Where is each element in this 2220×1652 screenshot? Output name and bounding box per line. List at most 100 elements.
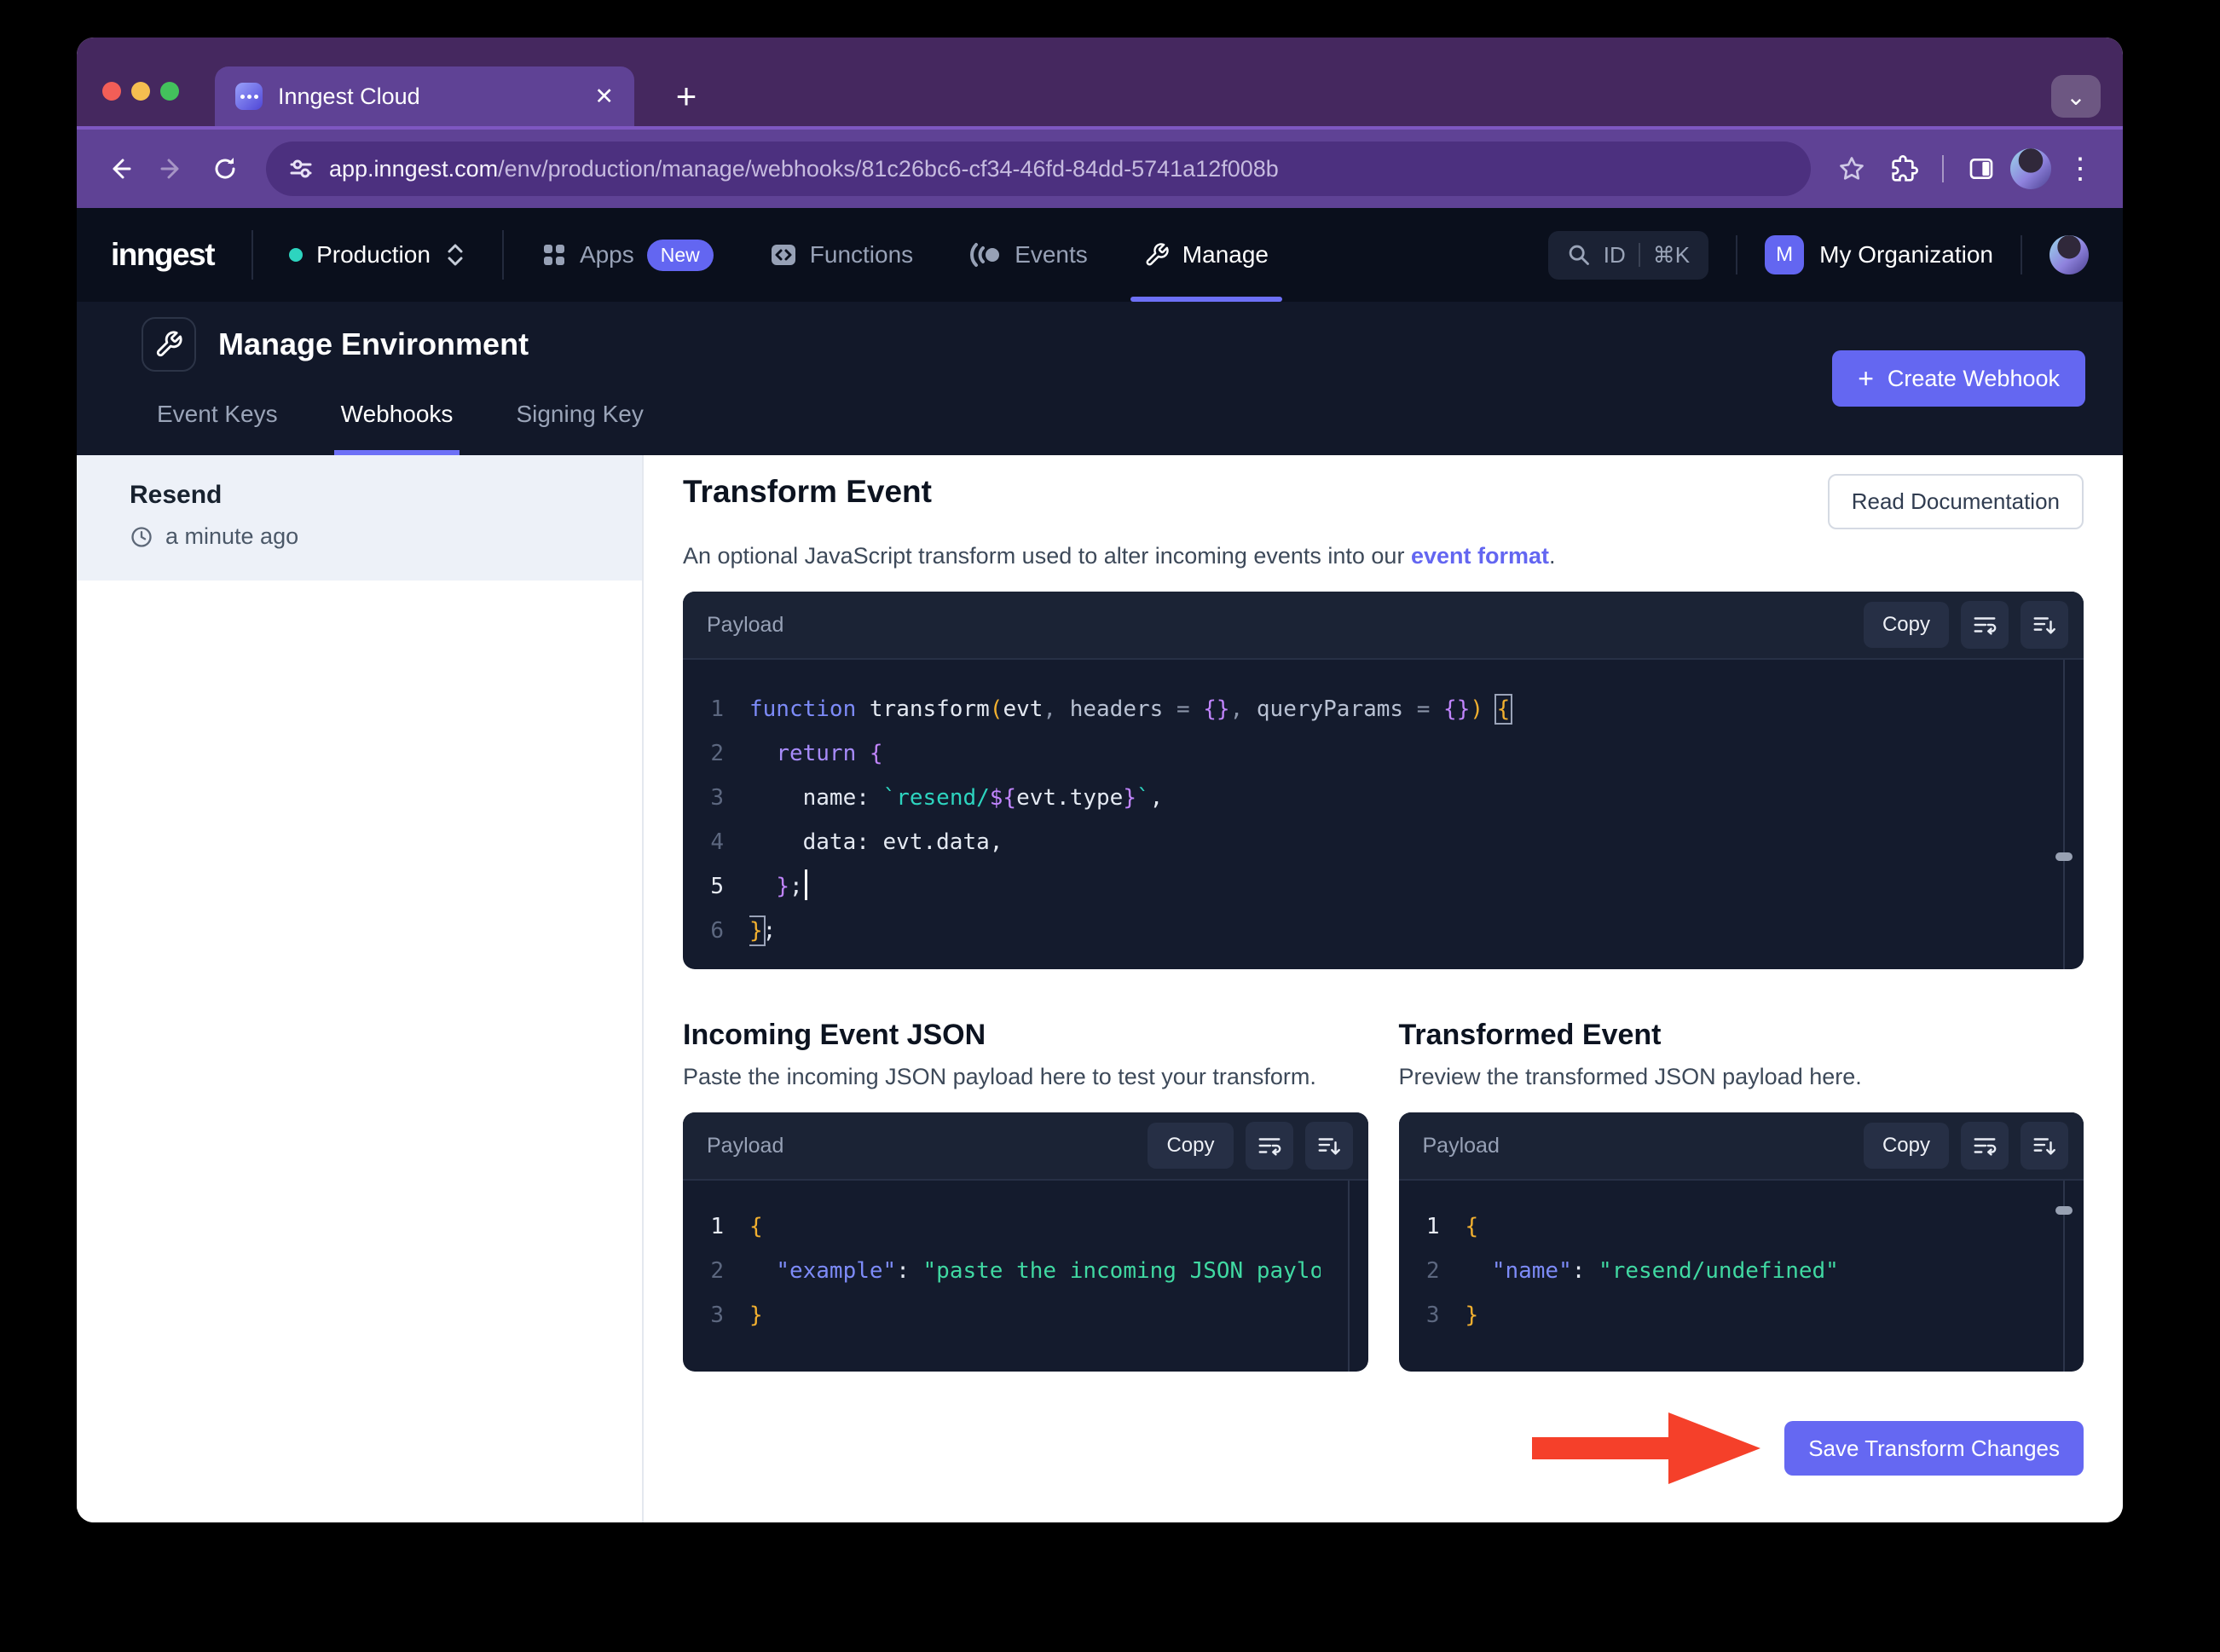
word-wrap-icon (1974, 1138, 1997, 1156)
new-badge: New (646, 239, 714, 271)
close-tab-icon[interactable]: ✕ (594, 84, 614, 110)
incoming-json-editor[interactable]: 1{ 2 "example": "paste the incoming JSON… (683, 1181, 1368, 1372)
nav-item-label: Events (1015, 241, 1088, 268)
payload-label: Payload (707, 612, 784, 637)
browser-menu-button[interactable]: ⋮ (2056, 145, 2104, 193)
browser-tab[interactable]: Inngest Cloud ✕ (215, 66, 634, 126)
line-number: 2 (710, 741, 724, 766)
organization-menu[interactable]: M My Organization (1765, 235, 1993, 274)
transformed-column: Transformed Event Preview the transforme… (1399, 1019, 2084, 1090)
scrollbar-track (2063, 660, 2065, 969)
tab-search-chevron-button[interactable]: ⌄ (2051, 75, 2101, 118)
new-tab-button[interactable]: + (665, 75, 708, 118)
format-code-button[interactable] (1304, 1122, 1353, 1170)
webhook-list-item[interactable]: Resend a minute ago (77, 455, 642, 581)
create-webhook-button[interactable]: + Create Webhook (1832, 350, 2085, 407)
back-button[interactable] (95, 145, 143, 193)
env-tabs: Event Keys Webhooks Signing Key (150, 401, 650, 455)
manage-icon-box (142, 317, 196, 372)
read-documentation-button[interactable]: Read Documentation (1827, 474, 2084, 529)
line-number: 3 (1425, 1303, 1440, 1328)
tab-webhooks[interactable]: Webhooks (333, 401, 460, 455)
section-title: Transform Event (683, 474, 932, 509)
copy-button[interactable]: Copy (1863, 1123, 1949, 1169)
copy-button[interactable]: Copy (1863, 602, 1949, 648)
tab-title: Inngest Cloud (278, 83, 420, 109)
transform-code-editor[interactable]: 1 function transform(evt, headers = {}, q… (683, 660, 2084, 969)
manage-environment-header: Manage Environment + Create Webhook Even… (77, 302, 2123, 455)
functions-code-icon (771, 245, 795, 265)
format-code-button[interactable] (2021, 1122, 2068, 1170)
code-line: 6}; (683, 909, 2084, 953)
nav-right: ID ⌘K M My Organization (1547, 208, 2089, 302)
apps-grid-icon (543, 245, 564, 265)
format-indent-icon (2033, 617, 2055, 634)
format-indent-icon (1318, 1138, 1340, 1155)
chevron-updown-icon (448, 244, 463, 266)
word-wrap-icon (1258, 1138, 1281, 1156)
url-text: app.inngest.com/env/production/manage/we… (329, 155, 1279, 182)
tab-signing-key[interactable]: Signing Key (509, 401, 650, 455)
site-settings-icon[interactable] (288, 156, 314, 182)
search-button[interactable]: ID ⌘K (1547, 230, 1709, 280)
code-line: 3} (1399, 1293, 2084, 1337)
format-code-button[interactable] (2021, 601, 2068, 649)
test-columns: Incoming Event JSON Paste the incoming J… (683, 1019, 2084, 1372)
format-indent-icon (2033, 1138, 2055, 1155)
scrollbar-thumb[interactable] (2055, 1206, 2073, 1215)
search-divider (1638, 243, 1640, 267)
minimize-window-button[interactable] (131, 82, 150, 101)
incoming-column: Incoming Event JSON Paste the incoming J… (683, 1019, 1368, 1090)
create-webhook-label: Create Webhook (1887, 365, 2060, 391)
nav-item-label: Functions (809, 241, 914, 268)
nav-divider (2021, 235, 2022, 274)
nav-item-apps[interactable]: Apps New (541, 208, 714, 302)
code-line-active: 5 }; (683, 864, 2084, 909)
nav-item-label: Manage (1182, 241, 1269, 268)
copy-button[interactable]: Copy (1148, 1123, 1234, 1169)
browser-tab-strip: Inngest Cloud ✕ + ⌄ (77, 38, 2123, 126)
code-text: function transform(evt, headers = {}, qu… (749, 694, 1513, 725)
transformed-title: Transformed Event (1398, 1019, 1662, 1051)
save-row: Save Transform Changes (683, 1409, 2084, 1487)
forward-button[interactable] (148, 145, 196, 193)
red-arrow-annotation (1532, 1412, 1761, 1484)
word-wrap-button[interactable] (1245, 1122, 1293, 1170)
scrollbar-thumb[interactable] (2055, 852, 2073, 861)
address-bar[interactable]: app.inngest.com/env/production/manage/we… (266, 142, 1811, 196)
nav-item-functions[interactable]: Functions (770, 208, 913, 302)
user-avatar[interactable] (2049, 235, 2089, 274)
scrollbar-track (1347, 1181, 1350, 1372)
nav-item-events[interactable]: Events (969, 208, 1088, 302)
star-icon (1840, 157, 1864, 180)
word-wrap-button[interactable] (1961, 1122, 2009, 1170)
save-transform-button[interactable]: Save Transform Changes (1784, 1421, 2084, 1476)
inngest-favicon-icon (235, 83, 263, 110)
environment-selector[interactable]: Production (253, 208, 502, 302)
inngest-logo[interactable]: inngest (111, 237, 216, 273)
org-initial-badge: M (1765, 235, 1805, 274)
nav-item-manage[interactable]: Manage (1130, 208, 1283, 302)
event-format-link[interactable]: event format (1411, 543, 1549, 569)
code-text: "name": "resend/undefined" (1491, 1258, 1839, 1284)
transformed-json-view[interactable]: 1{ 2 "name": "resend/undefined" 3} (1399, 1181, 2084, 1372)
transformed-json-panel: Payload Copy 1{ 2 "name": "resend/undefi… (1398, 1112, 2084, 1372)
transformed-subtitle: Preview the transformed JSON payload her… (1398, 1064, 1862, 1089)
side-panel-button[interactable] (1957, 145, 2005, 193)
nav-divider (1736, 235, 1738, 274)
wrench-icon (1146, 243, 1169, 266)
code-text: name: `resend/${evt.type}`, (749, 785, 1164, 811)
bookmark-star-button[interactable] (1828, 145, 1876, 193)
close-window-button[interactable] (102, 82, 121, 101)
code-line: 4 data: evt.data, (683, 820, 2084, 864)
tab-event-keys[interactable]: Event Keys (150, 401, 285, 455)
editor-header: Payload Copy (683, 592, 2084, 660)
wrench-icon (156, 331, 182, 357)
browser-profile-avatar[interactable] (2010, 148, 2051, 189)
word-wrap-icon (1974, 617, 1997, 635)
extensions-button[interactable] (1881, 145, 1928, 193)
reload-button[interactable] (201, 145, 249, 193)
word-wrap-button[interactable] (1961, 601, 2009, 649)
code-text: { (749, 1214, 763, 1239)
zoom-window-button[interactable] (160, 82, 179, 101)
